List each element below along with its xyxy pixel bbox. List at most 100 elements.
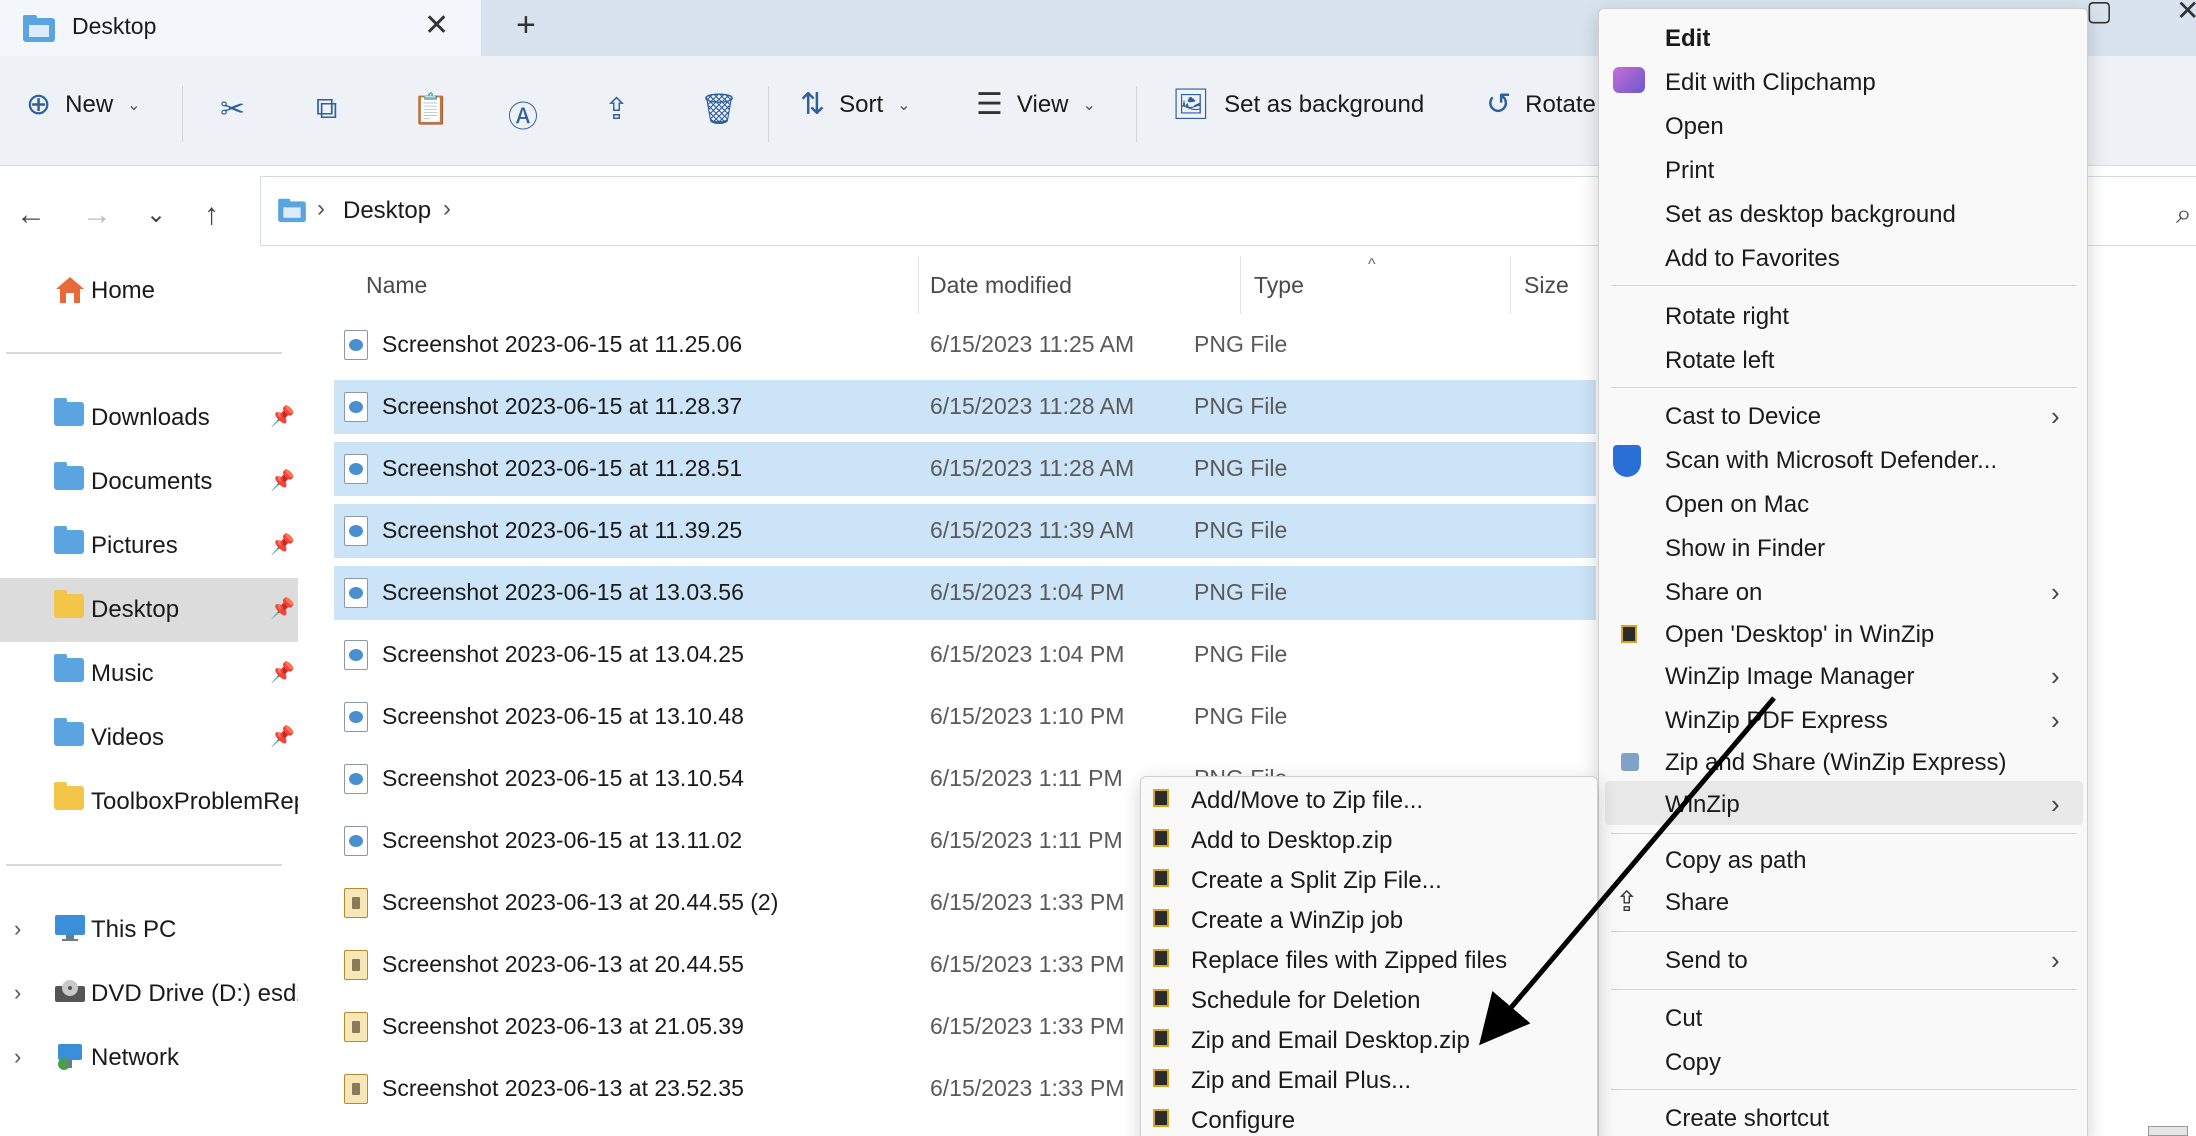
file-row[interactable]: Screenshot 2023-06-15 at 11.28.51 6/15/2… xyxy=(334,442,1596,496)
scrollbar-thumb[interactable] xyxy=(2148,1126,2188,1136)
set-as-background-button[interactable]: 🖼 Set as background xyxy=(1172,90,1424,120)
paste-icon[interactable]: 📋 xyxy=(412,92,449,127)
winzip-icon xyxy=(1153,949,1169,967)
sidebar-item-this-pc[interactable]: › This PC xyxy=(0,898,298,962)
tab-title: Desktop xyxy=(72,13,157,39)
menu-divider xyxy=(1611,931,2077,932)
menu-divider xyxy=(1611,285,2077,286)
file-row[interactable]: Screenshot 2023-06-15 at 11.28.37 6/15/2… xyxy=(334,380,1596,434)
pictures-folder-icon xyxy=(54,526,84,554)
chevron-right-icon[interactable]: › xyxy=(317,195,325,223)
close-tab-icon[interactable]: ✕ xyxy=(424,8,449,43)
delete-icon[interactable]: 🗑 xyxy=(700,92,738,127)
share-icon[interactable]: ⇪ xyxy=(604,92,629,127)
folder-icon xyxy=(22,13,56,48)
file-row[interactable]: Screenshot 2023-06-15 at 11.39.25 6/15/2… xyxy=(334,504,1596,558)
pin-icon[interactable]: 📌 xyxy=(270,468,295,493)
image-icon: 🖼 xyxy=(1172,88,1211,121)
pin-icon[interactable]: 📌 xyxy=(270,660,295,685)
sidebar: Home Downloads 📌 Documents 📌 Pictures 📌 … xyxy=(0,256,298,1136)
file-row[interactable]: Screenshot 2023-06-15 at 13.03.56 6/15/2… xyxy=(334,566,1596,620)
videos-folder-icon xyxy=(54,718,84,746)
column-header-name[interactable]: Name xyxy=(366,272,427,299)
winzip-icon xyxy=(1153,869,1169,887)
pin-icon[interactable]: 📌 xyxy=(270,596,295,621)
chevron-right-icon[interactable]: › xyxy=(14,1044,21,1070)
view-button[interactable]: ☰ View ⌄ xyxy=(976,90,1096,120)
cut-icon[interactable]: ✂ xyxy=(220,92,245,127)
column-header-date[interactable]: Date modified xyxy=(930,272,1072,299)
menu-divider xyxy=(1611,1089,2077,1090)
share-icon: ⇪ xyxy=(1615,886,1639,917)
pin-icon[interactable]: 📌 xyxy=(270,404,295,429)
column-divider[interactable] xyxy=(1240,256,1241,314)
column-divider[interactable] xyxy=(918,256,919,314)
sidebar-item-videos[interactable]: Videos 📌 xyxy=(0,706,298,770)
file-row[interactable]: Screenshot 2023-06-15 at 13.10.48 6/15/2… xyxy=(334,690,1596,744)
divider xyxy=(182,86,183,142)
divider xyxy=(1136,86,1137,142)
png-file-icon xyxy=(344,454,368,484)
chevron-right-icon[interactable]: › xyxy=(14,916,21,942)
column-header-type[interactable]: Type xyxy=(1254,272,1304,299)
pin-icon[interactable]: 📌 xyxy=(270,532,295,557)
rotate-icon: ↺ xyxy=(1486,88,1512,121)
winzip-icon xyxy=(1153,1029,1169,1047)
menu-item-winzip[interactable]: WinZip › xyxy=(1605,781,2083,825)
recent-locations-icon[interactable]: ⌄ xyxy=(146,200,166,229)
chevron-right-icon[interactable]: › xyxy=(14,980,21,1006)
chevron-right-icon: › xyxy=(2051,945,2060,975)
winzip-icon xyxy=(1153,909,1169,927)
copy-icon[interactable]: ⧉ xyxy=(316,92,337,126)
sidebar-item-music[interactable]: Music 📌 xyxy=(0,642,298,706)
chevron-right-icon: › xyxy=(2051,789,2060,819)
sidebar-item-downloads[interactable]: Downloads 📌 xyxy=(0,386,298,450)
zip-share-icon xyxy=(1621,753,1639,771)
rotate-button[interactable]: ↺ Rotate xyxy=(1486,90,1596,120)
folder-icon xyxy=(277,197,307,228)
maximize-icon[interactable]: ▢ xyxy=(2086,0,2112,27)
winzip-icon xyxy=(1153,1109,1169,1127)
back-icon[interactable]: ← xyxy=(16,198,46,232)
sidebar-item-desktop[interactable]: Desktop 📌 xyxy=(0,578,298,642)
sort-button[interactable]: ⇅ Sort ⌄ xyxy=(800,90,911,120)
music-folder-icon xyxy=(54,654,84,682)
png-file-icon xyxy=(344,640,368,670)
menu-divider xyxy=(1611,387,2077,388)
png-file-icon xyxy=(344,764,368,794)
column-header-size[interactable]: Size xyxy=(1524,272,1569,299)
forward-icon[interactable]: → xyxy=(82,198,112,232)
sidebar-item-dvd-drive[interactable]: › DVD Drive (D:) esd2 xyxy=(0,962,298,1026)
network-icon xyxy=(54,1042,86,1079)
zip-file-icon xyxy=(344,1074,368,1104)
sidebar-item-pictures[interactable]: Pictures 📌 xyxy=(0,514,298,578)
new-button[interactable]: ⊕ New ⌄ xyxy=(26,90,141,120)
png-file-icon xyxy=(344,330,368,360)
search-icon[interactable]: ⌕ xyxy=(2176,198,2192,231)
new-tab-icon[interactable]: + xyxy=(516,6,536,45)
file-row[interactable]: Screenshot 2023-06-15 at 11.25.06 6/15/2… xyxy=(334,318,1596,372)
png-file-icon xyxy=(344,702,368,732)
tab-desktop[interactable]: Desktop ✕ xyxy=(0,0,482,56)
column-divider[interactable] xyxy=(1510,256,1511,314)
sidebar-item-toolboxproblemrep[interactable]: ToolboxProblemRep xyxy=(0,770,298,834)
sidebar-item-documents[interactable]: Documents 📌 xyxy=(0,450,298,514)
clipchamp-icon xyxy=(1613,67,1645,93)
sidebar-item-network[interactable]: › Network xyxy=(0,1026,298,1090)
chevron-right-icon[interactable]: › xyxy=(443,195,451,223)
chevron-down-icon: ⌄ xyxy=(1082,97,1096,114)
zip-file-icon xyxy=(344,1012,368,1042)
file-row[interactable]: Screenshot 2023-06-15 at 13.04.25 6/15/2… xyxy=(334,628,1596,682)
sort-icon: ⇅ xyxy=(800,88,826,121)
winzip-icon xyxy=(1621,625,1637,643)
rename-icon[interactable]: Ⓐ xyxy=(508,92,538,136)
dvd-drive-icon xyxy=(54,978,86,1013)
chevron-right-icon: › xyxy=(2051,705,2060,735)
breadcrumb-desktop[interactable]: Desktop xyxy=(343,197,431,225)
winzip-submenu: Add/Move to Zip file... Add to Desktop.z… xyxy=(1140,776,1598,1136)
png-file-icon xyxy=(344,578,368,608)
close-window-icon[interactable]: ✕ xyxy=(2176,0,2196,27)
up-icon[interactable]: ↑ xyxy=(204,198,219,232)
pin-icon[interactable]: 📌 xyxy=(270,724,295,749)
sidebar-item-home[interactable]: Home xyxy=(0,259,298,323)
